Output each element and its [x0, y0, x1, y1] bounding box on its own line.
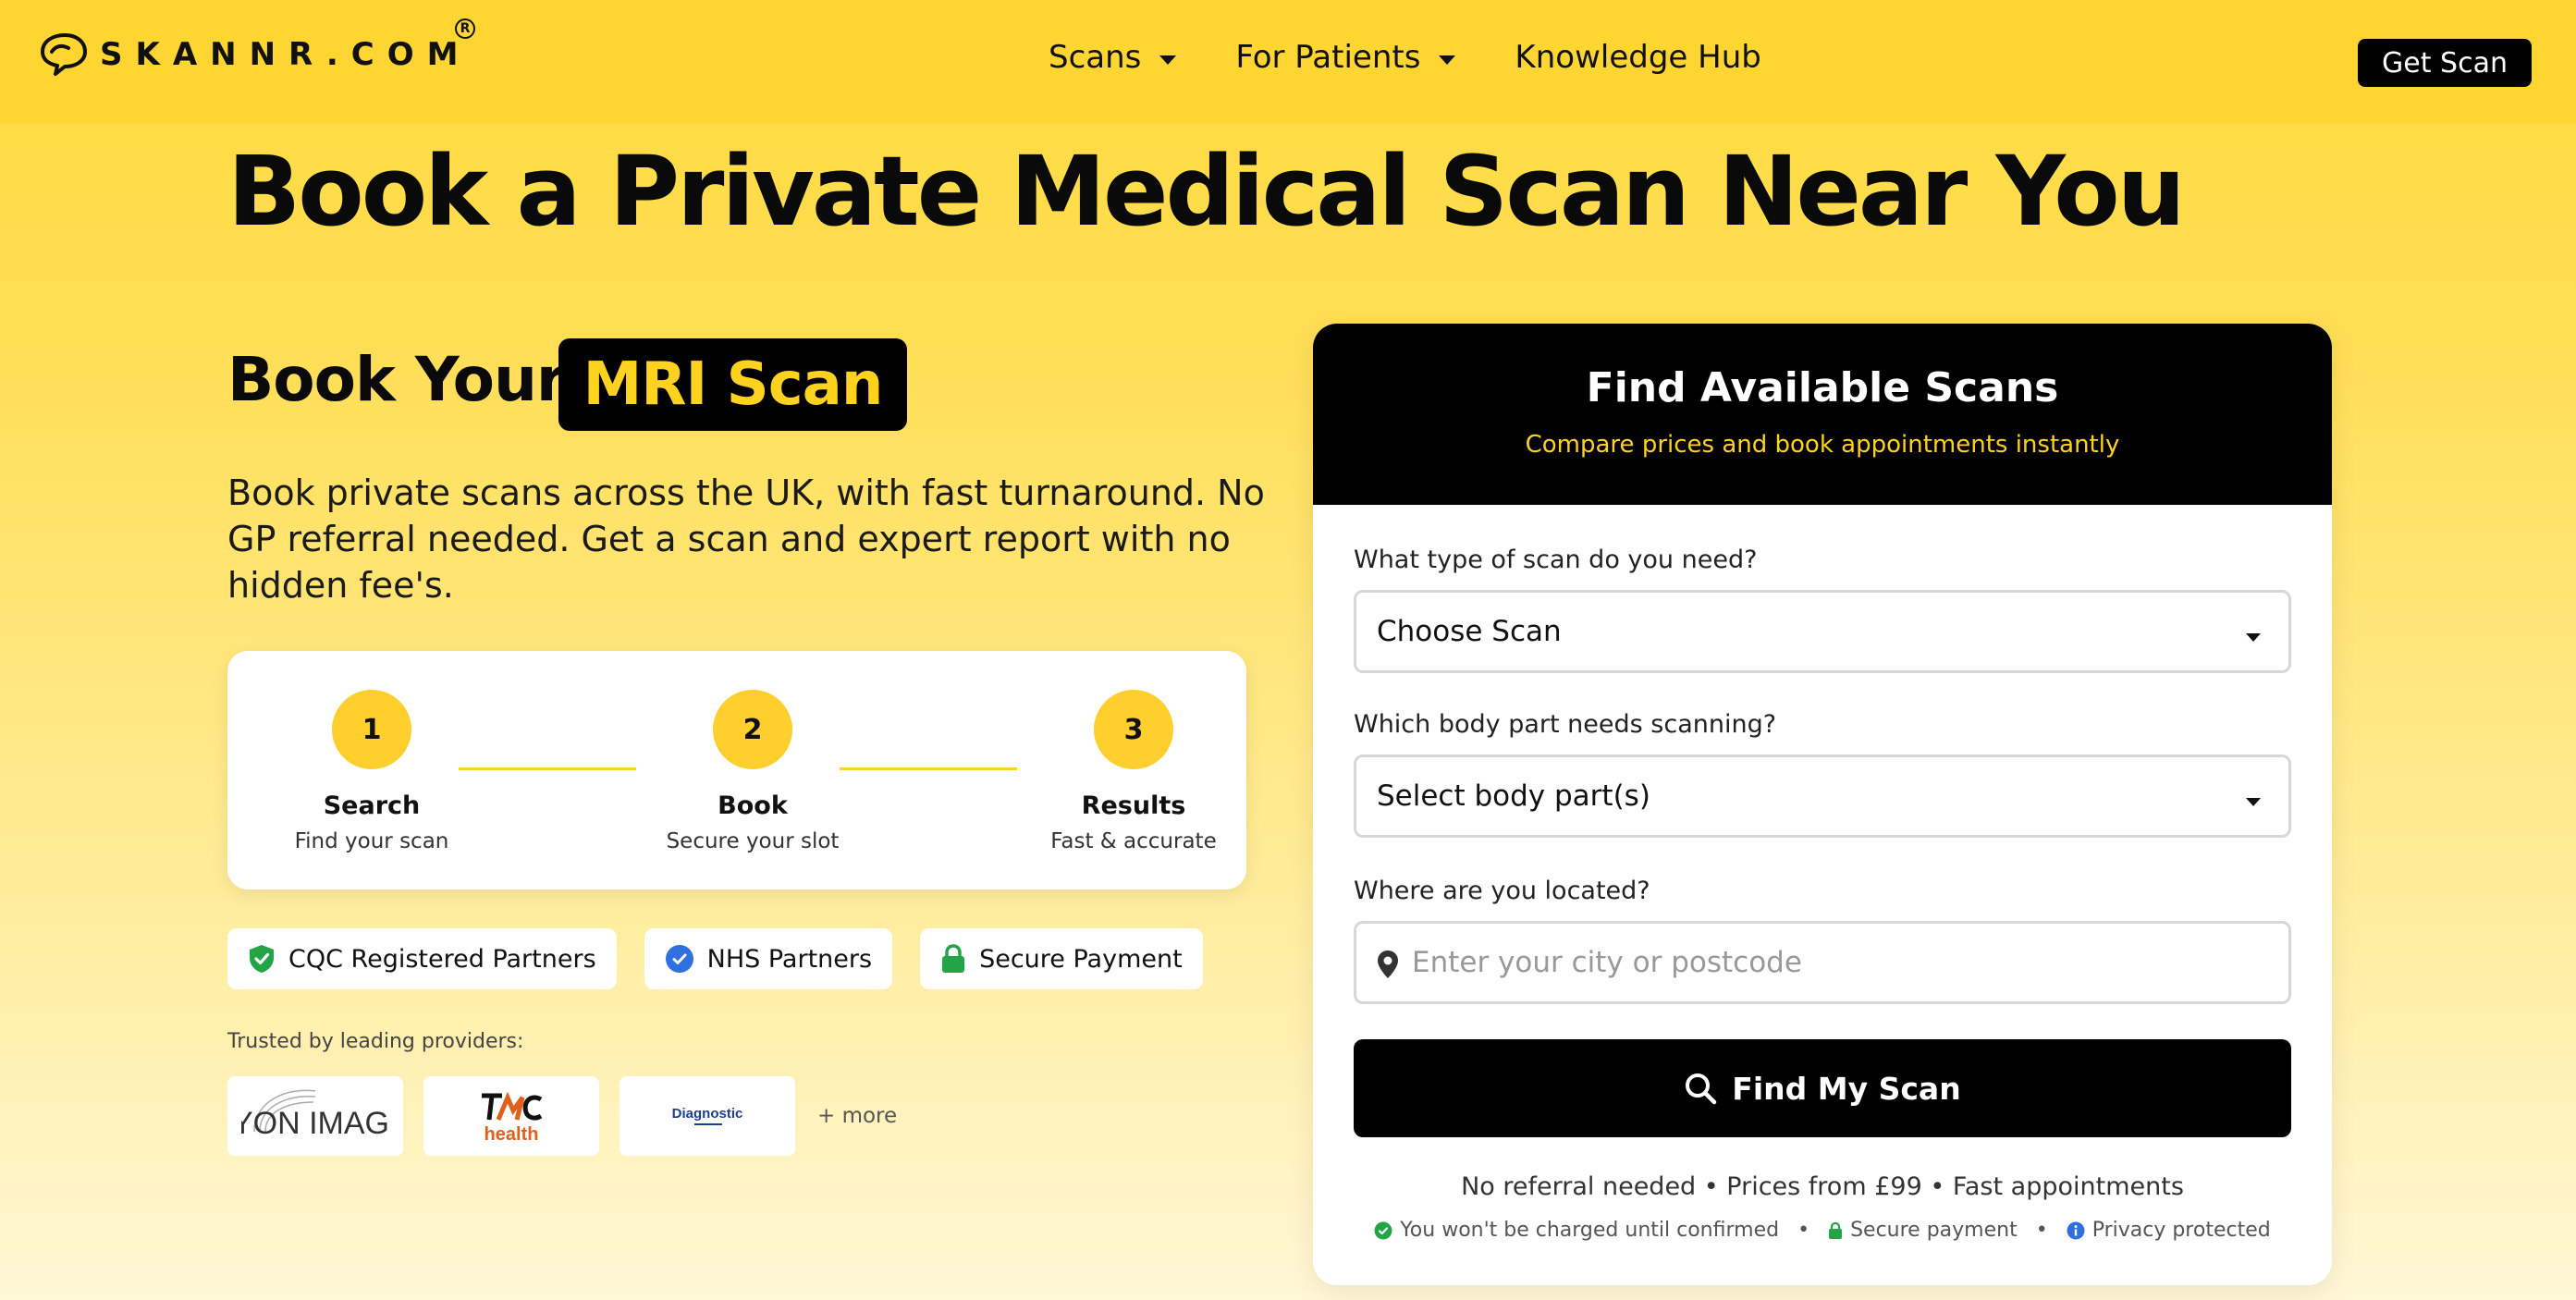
provider-logos: ORYON IMAGING health Diagnostic + more — [227, 1076, 897, 1156]
step-subtitle: Secure your slot — [666, 829, 840, 853]
step-connector — [459, 767, 636, 770]
assurance-label: Privacy protected — [2091, 1219, 2271, 1242]
location-field[interactable] — [1354, 921, 2291, 1004]
site-header: SKANNR.COM R Scans For Patients Knowledg… — [0, 0, 2576, 124]
nav-scans[interactable]: Scans — [1049, 39, 1177, 76]
nav-knowledge-hub-label: Knowledge Hub — [1515, 39, 1761, 76]
provider-tmc-logo[interactable]: health — [423, 1076, 599, 1156]
assurance-charge: You won't be charged until confirmed — [1374, 1219, 1779, 1242]
body-part-label: Which body part needs scanning? — [1354, 710, 1777, 739]
map-pin-icon — [1378, 950, 1398, 978]
info-icon — [2067, 1221, 2085, 1239]
lock-icon — [1829, 1221, 1843, 1239]
tmc-health-logo-icon: health — [482, 1091, 543, 1144]
step-title: Results — [1081, 791, 1186, 820]
location-input[interactable] — [1412, 938, 2263, 987]
logo-text: SKANNR.COM — [100, 36, 472, 73]
step-number: 2 — [713, 690, 792, 769]
search-icon — [1686, 1073, 1717, 1105]
step-number: 1 — [332, 690, 411, 769]
chevron-down-icon — [1439, 55, 1456, 65]
location-label: Where are you located? — [1354, 877, 1650, 905]
badge-secure-payment: Secure Payment — [920, 928, 1203, 989]
lock-icon — [942, 944, 965, 973]
diagnostic-logo-icon: Diagnostic — [672, 1106, 743, 1125]
step-number: 3 — [1094, 690, 1173, 769]
trusted-label: Trusted by leading providers: — [227, 1030, 524, 1053]
speech-bubble-logo-icon — [41, 33, 87, 76]
badge-label: CQC Registered Partners — [288, 944, 596, 974]
assurance-row: You won't be charged until confirmed • S… — [1313, 1219, 2332, 1242]
steps-card: 1 Search Find your scan 2 Book Secure yo… — [227, 651, 1246, 889]
step-book: 2 Book Secure your slot — [651, 690, 854, 853]
svg-text:Diagnostic: Diagnostic — [672, 1106, 743, 1122]
step-connector — [840, 767, 1017, 770]
step-subtitle: Find your scan — [294, 829, 449, 853]
assurance-label: Secure payment — [1850, 1219, 2018, 1242]
step-title: Search — [323, 791, 421, 820]
assurance-label: You won't be charged until confirmed — [1400, 1219, 1780, 1242]
book-your-heading: Book Your — [227, 344, 566, 415]
scan-search-card: Find Available Scans Compare prices and … — [1313, 324, 2332, 1285]
badge-nhs: NHS Partners — [644, 928, 893, 989]
check-circle-icon — [665, 945, 693, 973]
card-note: No referral needed • Prices from £99 • F… — [1461, 1172, 2184, 1201]
find-my-scan-button[interactable]: Find My Scan — [1354, 1039, 2291, 1137]
badge-cqc: CQC Registered Partners — [227, 928, 617, 989]
scan-type-label: What type of scan do you need? — [1354, 546, 1758, 574]
nav-knowledge-hub[interactable]: Knowledge Hub — [1515, 39, 1760, 76]
trust-badges: CQC Registered Partners NHS Partners Sec… — [227, 928, 1231, 989]
hero-description: Book private scans across the UK, with f… — [227, 472, 1265, 606]
chevron-down-icon — [2246, 633, 2261, 642]
body-part-value: Select body part(s) — [1377, 779, 1650, 813]
find-my-scan-label: Find My Scan — [1732, 1070, 1961, 1107]
svg-text:ORYON IMAGING: ORYON IMAGING — [241, 1106, 389, 1141]
card-subtitle: Compare prices and book appointments ins… — [1525, 431, 2120, 459]
page-title: Book a Private Medical Scan Near You — [227, 135, 2186, 248]
chevron-down-icon — [1159, 55, 1177, 65]
step-subtitle: Fast & accurate — [1050, 829, 1217, 853]
card-header: Find Available Scans Compare prices and … — [1313, 324, 2332, 505]
svg-text:health: health — [485, 1124, 539, 1144]
assurance-secure: Secure payment — [1828, 1219, 2018, 1242]
chevron-down-icon — [2246, 798, 2261, 806]
scan-type-select[interactable]: Choose Scan — [1354, 590, 2291, 673]
provider-diagnostic-logo[interactable]: Diagnostic — [619, 1076, 795, 1156]
check-circle-icon — [1374, 1221, 1392, 1239]
nav-for-patients-label: For Patients — [1235, 39, 1421, 76]
step-results: 3 Results Fast & accurate — [1032, 690, 1235, 853]
shield-check-icon — [250, 945, 274, 973]
more-providers-link[interactable]: + more — [817, 1104, 897, 1128]
scan-type-value: Choose Scan — [1377, 615, 1562, 648]
card-title: Find Available Scans — [1586, 364, 2059, 411]
oryon-imaging-logo-icon: ORYON IMAGING — [241, 1089, 389, 1141]
step-search: 1 Search Find your scan — [270, 690, 473, 853]
scan-type-highlight: MRI Scan — [558, 338, 907, 431]
separator-dot: • — [2035, 1219, 2048, 1242]
assurance-privacy: Privacy protected — [2067, 1219, 2271, 1242]
nav-for-patients[interactable]: For Patients — [1235, 39, 1456, 76]
badge-label: Secure Payment — [979, 944, 1183, 974]
site-logo[interactable]: SKANNR.COM R — [37, 18, 475, 78]
separator-dot: • — [1797, 1219, 1810, 1242]
badge-label: NHS Partners — [706, 944, 873, 974]
step-title: Book — [718, 791, 788, 820]
provider-oryon-logo[interactable]: ORYON IMAGING — [227, 1076, 403, 1156]
body-part-select[interactable]: Select body part(s) — [1354, 754, 2291, 838]
main-nav: Scans For Patients Knowledge Hub — [1049, 39, 1821, 76]
registered-mark: R — [455, 18, 475, 39]
get-scan-button[interactable]: Get Scan — [2358, 39, 2532, 87]
nav-scans-label: Scans — [1049, 39, 1142, 76]
